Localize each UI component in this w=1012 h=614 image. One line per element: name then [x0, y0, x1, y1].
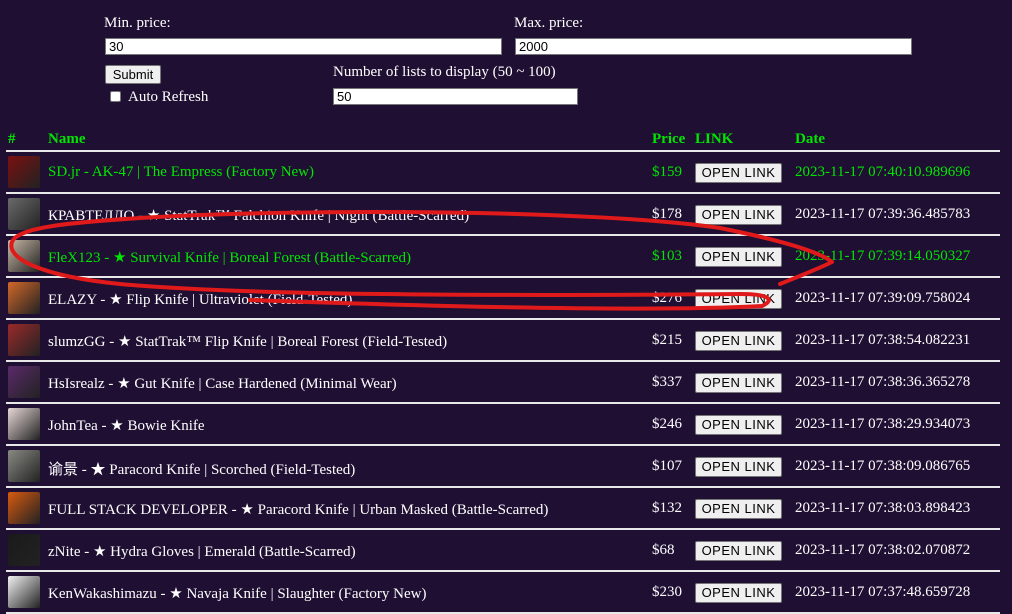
min-price-input[interactable]: [105, 38, 502, 55]
auto-refresh-label: Auto Refresh: [128, 89, 209, 105]
col-header-date: Date: [795, 131, 825, 147]
avatar: [8, 240, 40, 272]
open-link-button[interactable]: OPEN LINK: [695, 247, 782, 267]
max-price-input[interactable]: [515, 38, 912, 55]
avatar: [8, 198, 40, 230]
lists-count-input[interactable]: [333, 88, 578, 105]
open-link-button[interactable]: OPEN LINK: [695, 415, 782, 435]
table-row: slumzGG - ★ StatTrak™ Flip Knife | Borea…: [0, 320, 1012, 362]
listing-price: $132: [652, 500, 682, 516]
table-row: КРАВТЕЛЛО - ★ StatTrak™ Falchion Knife |…: [0, 194, 1012, 236]
listing-price: $230: [652, 584, 682, 600]
open-link-button[interactable]: OPEN LINK: [695, 373, 782, 393]
listing-name: SD.jr - AK-47 | The Empress (Factory New…: [48, 164, 315, 180]
avatar: [8, 282, 40, 314]
listing-name: slumzGG - ★ StatTrak™ Flip Knife | Borea…: [48, 334, 448, 350]
col-header-name: Name: [48, 131, 86, 147]
listing-date: 2023-11-17 07:39:14.050327: [795, 248, 971, 264]
open-link-button[interactable]: OPEN LINK: [695, 205, 782, 225]
submit-button[interactable]: Submit: [105, 65, 161, 84]
table-row: SD.jr - AK-47 | The Empress (Factory New…: [0, 152, 1012, 194]
avatar: [8, 492, 40, 524]
listing-name: JohnTea - ★ Bowie Knife: [48, 418, 205, 434]
listing-name: FULL STACK DEVELOPER - ★ Paracord Knife …: [48, 502, 549, 518]
avatar: [8, 534, 40, 566]
table-row: ELAZY - ★ Flip Knife | Ultraviolet (Fiel…: [0, 278, 1012, 320]
listing-date: 2023-11-17 07:38:03.898423: [795, 500, 971, 516]
listing-price: $246: [652, 416, 682, 432]
avatar: [8, 366, 40, 398]
open-link-button[interactable]: OPEN LINK: [695, 331, 782, 351]
listing-date: 2023-11-17 07:40:10.989696: [795, 164, 971, 180]
open-link-button[interactable]: OPEN LINK: [695, 583, 782, 603]
open-link-button[interactable]: OPEN LINK: [695, 499, 782, 519]
listing-date: 2023-11-17 07:38:09.086765: [795, 458, 971, 474]
listing-date: 2023-11-17 07:39:36.485783: [795, 206, 971, 222]
auto-refresh-checkbox[interactable]: [110, 91, 121, 102]
listing-name: ELAZY - ★ Flip Knife | Ultraviolet (Fiel…: [48, 292, 353, 308]
table-row: FleX123 - ★ Survival Knife | Boreal Fore…: [0, 236, 1012, 278]
col-header-link: LINK: [695, 131, 734, 147]
listing-price: $337: [652, 374, 682, 390]
table-row: 谕景 - ★ Paracord Knife | Scorched (Field-…: [0, 446, 1012, 488]
avatar: [8, 408, 40, 440]
listing-name: zNite - ★ Hydra Gloves | Emerald (Battle…: [48, 544, 356, 560]
max-price-label: Max. price:: [514, 15, 584, 31]
table-row: zNite - ★ Hydra Gloves | Emerald (Battle…: [0, 530, 1012, 572]
avatar: [8, 576, 40, 608]
listing-date: 2023-11-17 07:38:29.934073: [795, 416, 971, 432]
table-row: FULL STACK DEVELOPER - ★ Paracord Knife …: [0, 488, 1012, 530]
listing-date: 2023-11-17 07:38:36.365278: [795, 374, 971, 390]
table-row: HsIsrealz - ★ Gut Knife | Case Hardened …: [0, 362, 1012, 404]
listing-price: $107: [652, 458, 682, 474]
lists-count-label: Number of lists to display (50 ~ 100): [333, 64, 556, 80]
open-link-button[interactable]: OPEN LINK: [695, 289, 782, 309]
open-link-button[interactable]: OPEN LINK: [695, 163, 782, 183]
listing-price: $215: [652, 332, 682, 348]
listing-date: 2023-11-17 07:37:48.659728: [795, 584, 971, 600]
avatar: [8, 156, 40, 188]
listing-name: KenWakashimazu - ★ Navaja Knife | Slaugh…: [48, 586, 427, 602]
min-price-label: Min. price:: [104, 15, 171, 31]
table-row: JohnTea - ★ Bowie Knife $246 OPEN LINK 2023…: [0, 404, 1012, 446]
listing-price: $159: [652, 164, 682, 180]
listing-price: $68: [652, 542, 675, 558]
avatar: [8, 324, 40, 356]
table-row: KenWakashimazu - ★ Navaja Knife | Slaugh…: [0, 572, 1012, 614]
listing-name: 谕景 - ★ Paracord Knife | Scorched (Field-…: [48, 462, 356, 478]
open-link-button[interactable]: OPEN LINK: [695, 541, 782, 561]
col-header-index: #: [8, 131, 16, 147]
listing-name: FleX123 - ★ Survival Knife | Boreal Fore…: [48, 250, 412, 266]
col-header-price: Price: [652, 131, 686, 147]
avatar: [8, 450, 40, 482]
listing-price: $178: [652, 206, 682, 222]
listing-name: КРАВТЕЛЛО - ★ StatTrak™ Falchion Knife |…: [48, 208, 470, 224]
listing-price: $103: [652, 248, 682, 264]
listing-price: $276: [652, 290, 682, 306]
listing-date: 2023-11-17 07:38:02.070872: [795, 542, 971, 558]
listing-date: 2023-11-17 07:39:09.758024: [795, 290, 971, 306]
listing-name: HsIsrealz - ★ Gut Knife | Case Hardened …: [48, 376, 397, 392]
open-link-button[interactable]: OPEN LINK: [695, 457, 782, 477]
listing-date: 2023-11-17 07:38:54.082231: [795, 332, 971, 348]
